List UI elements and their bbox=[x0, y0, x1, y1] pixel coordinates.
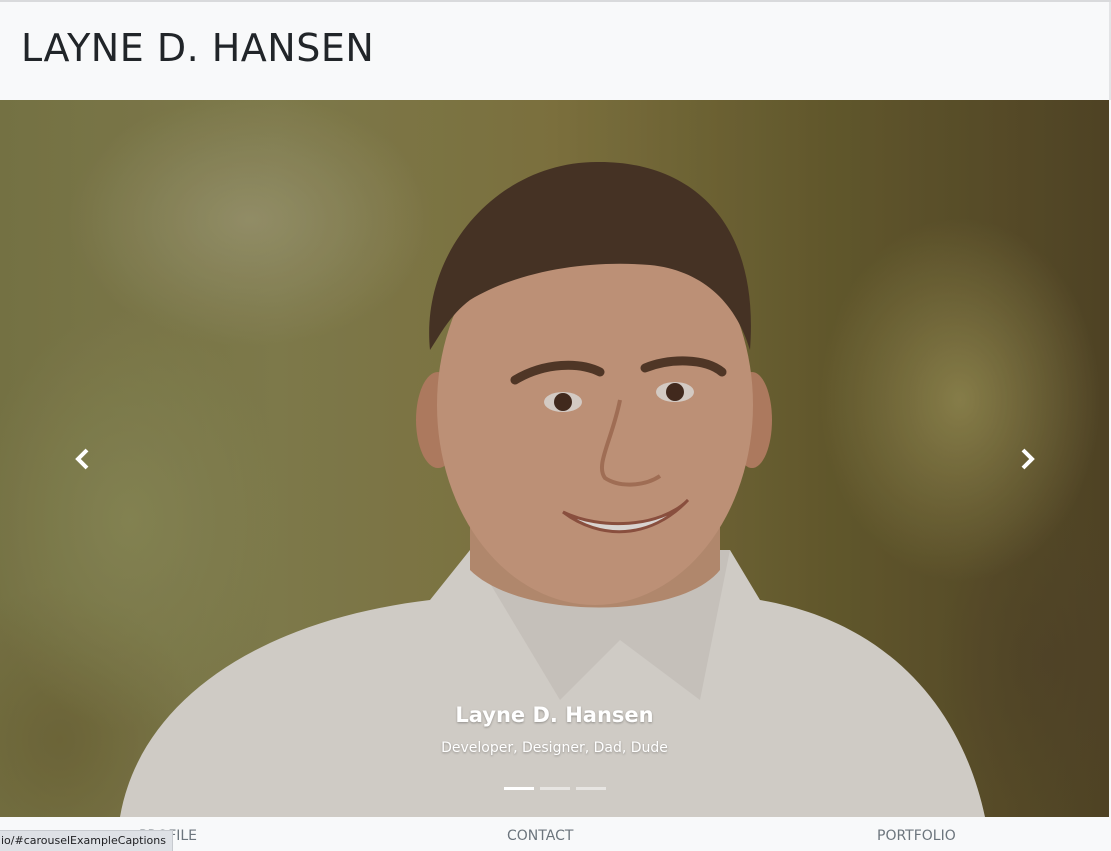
carousel-indicator-1[interactable] bbox=[503, 787, 534, 790]
nav-link-portfolio[interactable]: PORTFOLIO bbox=[877, 828, 956, 844]
carousel-caption-subtitle: Developer, Designer, Dad, Dude bbox=[441, 740, 668, 756]
chevron-right-icon bbox=[1021, 448, 1035, 469]
hero-carousel[interactable]: Layne D. Hansen Developer, Designer, Dad… bbox=[0, 100, 1109, 817]
site-header: LAYNE D. HANSEN bbox=[0, 2, 1111, 100]
carousel-indicators bbox=[0, 787, 1109, 790]
nav-link-contact[interactable]: CONTACT bbox=[507, 828, 573, 844]
chevron-left-icon bbox=[74, 448, 88, 469]
browser-status-url: io/#carouselExampleCaptions bbox=[0, 830, 173, 851]
brand-title[interactable]: LAYNE D. HANSEN bbox=[21, 26, 374, 70]
carousel-indicator-3[interactable] bbox=[575, 787, 606, 790]
carousel-caption-title: Layne D. Hansen bbox=[455, 703, 654, 727]
carousel-indicator-2[interactable] bbox=[539, 787, 570, 790]
